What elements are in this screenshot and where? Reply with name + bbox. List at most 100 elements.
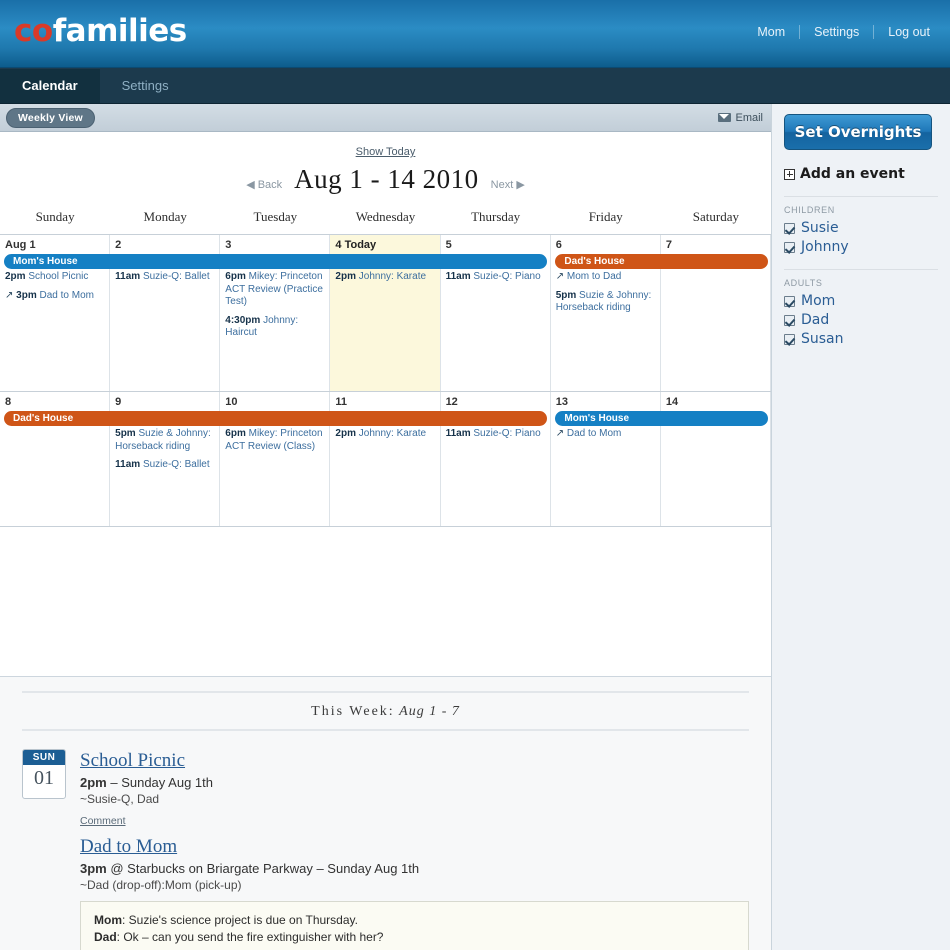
- child-filter-johnny[interactable]: Johnny: [784, 239, 950, 255]
- transfer-arrow-icon: ↗: [555, 428, 565, 439]
- back-label: Back: [257, 179, 283, 191]
- calendar-panel: Weekly View Email Show Today ◀ Back Aug …: [0, 104, 772, 950]
- calendar-event[interactable]: 11am Suzie-Q: Piano: [446, 271, 545, 284]
- adults-filter-list: Mom Dad Susan: [784, 293, 950, 347]
- agenda-date-number: 01: [34, 767, 54, 789]
- nav-logout[interactable]: Log out: [874, 25, 934, 39]
- day-number: 14: [665, 396, 679, 408]
- adults-group-label: ADULTS: [784, 278, 823, 288]
- children-group-label: CHILDREN: [784, 205, 835, 215]
- calendar-event[interactable]: 11am Suzie-Q: Ballet: [115, 459, 214, 472]
- calendar-event[interactable]: 2pm School Picnic: [5, 271, 104, 284]
- agenda-date-dow: SUN: [23, 750, 65, 765]
- agenda-item-people: ~Susie-Q, Dad: [80, 792, 160, 806]
- calendar-event[interactable]: 2pm Johnny: Karate: [335, 271, 434, 284]
- overnight-bar[interactable]: Dad's House: [555, 254, 768, 269]
- adult-filter-dad[interactable]: Dad: [784, 312, 950, 328]
- calendar-event[interactable]: ↗ 3pm Dad to Mom: [5, 290, 104, 303]
- overnight-bar[interactable]: Mom's House: [555, 411, 768, 426]
- calendar-event[interactable]: 5pm Suzie & Johnny: Horseback riding: [115, 428, 214, 453]
- set-overnights-button[interactable]: Set Overnights: [784, 114, 932, 150]
- agenda-item-title[interactable]: Dad to Mom: [80, 836, 177, 858]
- checkbox-icon[interactable]: [784, 295, 795, 307]
- day-events: 6pm Mikey: Princeton ACT Review (Practic…: [220, 271, 329, 340]
- overnight-bar[interactable]: Mom's House: [4, 254, 548, 269]
- calendar-event[interactable]: 6pm Mikey: Princeton ACT Review (Class): [225, 428, 324, 453]
- day-number: 10: [225, 396, 238, 408]
- next-label: Next: [490, 179, 514, 191]
- checkbox-icon[interactable]: [784, 241, 795, 253]
- day-number: Aug 1: [5, 239, 36, 251]
- show-today-link[interactable]: Show Today: [356, 146, 416, 158]
- nav-settings[interactable]: Settings: [800, 25, 875, 39]
- calendar-event[interactable]: 6pm Mikey: Princeton ACT Review (Practic…: [225, 271, 324, 309]
- agenda-week-range: Aug 1 - 7: [399, 704, 460, 719]
- email-link[interactable]: Email: [718, 112, 763, 124]
- agenda-item-people: ~Dad (drop-off):Mom (pick-up): [80, 878, 242, 892]
- agenda-week-prefix: This Week:: [311, 704, 395, 719]
- adult-filter-susan[interactable]: Susan: [784, 331, 950, 347]
- children-filter-list: Susie Johnny: [784, 220, 950, 255]
- filter-label: Dad: [801, 312, 830, 328]
- day-events: 11am Suzie-Q: Piano: [441, 428, 550, 441]
- day-events: ↗ Mom to Dad 5pm Suzie & Johnny: Horsebac…: [551, 271, 660, 315]
- transfer-arrow-icon: ↗: [555, 271, 565, 282]
- day-events: 11am Suzie-Q: Ballet: [110, 271, 219, 284]
- app-shell: Weekly View Email Show Today ◀ Back Aug …: [0, 104, 950, 950]
- agenda-week-header: This Week: Aug 1 - 7: [22, 691, 749, 731]
- comment-line: Dad: Ok – can you send the fire extingui…: [94, 930, 384, 944]
- add-event-link[interactable]: Add an event: [784, 166, 950, 182]
- day-number: 12: [445, 396, 458, 408]
- checkbox-icon[interactable]: [784, 314, 795, 326]
- day-events: 11am Suzie-Q: Piano: [441, 271, 550, 284]
- calendar-event[interactable]: ↗ Dad to Mom: [556, 428, 655, 441]
- app-logo[interactable]: cofamilies: [14, 13, 187, 49]
- agenda-item-body: School Picnic 2pm – Sunday Aug 1th ~Susie-…: [80, 749, 749, 829]
- comment-author: Mom: [94, 913, 122, 927]
- next-button[interactable]: Next ▶: [491, 178, 525, 191]
- calendar-event[interactable]: 4:30pm Johnny: Haircut: [225, 315, 324, 340]
- calendar-nav-row: ◀ Back Aug 1 - 14 2010 Next ▶: [0, 164, 771, 195]
- checkbox-icon[interactable]: [784, 222, 795, 234]
- agenda-item: Dad to Mom 3pm @ Starbucks on Briargate P…: [22, 835, 749, 950]
- day-number: 6: [555, 239, 562, 251]
- filter-label: Susan: [801, 331, 844, 347]
- adult-filter-mom[interactable]: Mom: [784, 293, 950, 309]
- calendar-header: Show Today ◀ Back Aug 1 - 14 2010 Next ▶: [0, 132, 771, 195]
- calendar-event[interactable]: ↗ Mom to Dad: [556, 271, 655, 284]
- day-number: 13: [555, 396, 568, 408]
- agenda-comment-link[interactable]: Comment: [80, 815, 126, 827]
- calendar-week: 8 9 5pm Suzie & Johnny: Horseback riding 11…: [0, 392, 771, 527]
- calendar-event[interactable]: 2pm Johnny: Karate: [335, 428, 434, 441]
- agenda-date-badge: SUN 01: [22, 749, 66, 799]
- weekday-tuesday: Tuesday: [253, 209, 298, 224]
- main-tabbar: Calendar Settings: [0, 68, 950, 104]
- back-button[interactable]: ◀ Back: [246, 178, 282, 191]
- day-events: 6pm Mikey: Princeton ACT Review (Class): [220, 428, 329, 453]
- weekday-wednesday: Wednesday: [355, 209, 416, 224]
- day-events: ↗ Dad to Mom: [551, 428, 660, 441]
- weekday-header-row: Sunday Monday Tuesday Wednesday Thursday…: [0, 209, 771, 235]
- agenda-panel: This Week: Aug 1 - 7 SUN 01 School Picnic 2…: [0, 676, 771, 950]
- calendar-event[interactable]: 11am Suzie-Q: Piano: [446, 428, 545, 441]
- day-number: 8: [5, 396, 12, 408]
- overnight-bar[interactable]: Dad's House: [4, 411, 548, 426]
- calendar-event[interactable]: 11am Suzie-Q: Ballet: [115, 271, 214, 284]
- date-range-title: Aug 1 - 14 2010: [294, 164, 479, 194]
- app-header: cofamilies Mom Settings Log out: [0, 0, 950, 68]
- agenda-items: SUN 01 School Picnic 2pm – Sunday Aug 1th ~S…: [22, 749, 749, 950]
- comment-line: Mom: Suzie's science project is due on T…: [94, 913, 358, 927]
- agenda-item: SUN 01 School Picnic 2pm – Sunday Aug 1th ~S…: [22, 749, 749, 829]
- calendar-event[interactable]: 5pm Suzie & Johnny: Horseback riding: [556, 290, 655, 315]
- calendar-toolbar: Weekly View Email: [0, 104, 771, 132]
- child-filter-susie[interactable]: Susie: [784, 220, 950, 236]
- logo-families: families: [52, 13, 188, 49]
- weekly-view-button[interactable]: Weekly View: [6, 107, 95, 128]
- weekday-monday: Monday: [143, 209, 187, 224]
- nav-mom[interactable]: Mom: [743, 25, 801, 39]
- tab-calendar[interactable]: Calendar: [0, 69, 100, 103]
- tab-settings[interactable]: Settings: [100, 69, 191, 103]
- checkbox-icon[interactable]: [784, 333, 795, 345]
- right-sidebar: Set Overnights Add an event CHILDREN Sus…: [772, 104, 950, 950]
- agenda-item-title[interactable]: School Picnic: [80, 750, 185, 772]
